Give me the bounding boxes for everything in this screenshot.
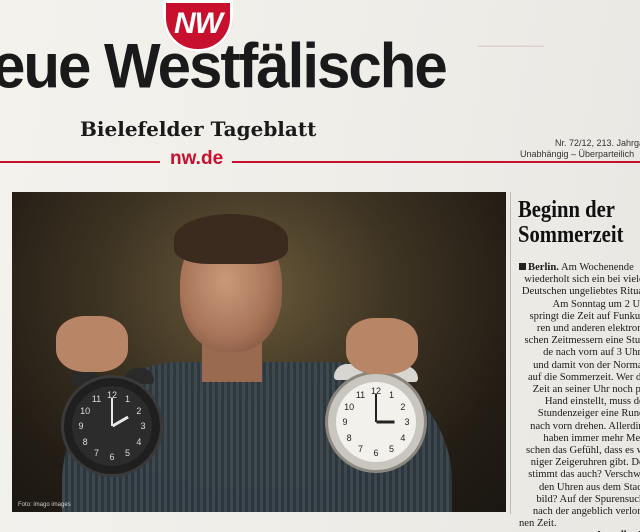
website-url: nw.de	[170, 148, 224, 169]
article-line: schen Zeitmessern eine Stun-	[524, 335, 640, 347]
left-clock-face: 12 1 2 3 4 5 6 7 8 9 10 11	[72, 386, 152, 466]
left-alarm-clock: 12 1 2 3 4 5 6 7 8 9 10 11	[64, 378, 160, 474]
clock-numeral: 1	[388, 390, 394, 401]
article-headline: Beginn der Sommerzeit	[518, 198, 630, 248]
clock-numeral: 8	[346, 432, 352, 443]
issue-number: Nr. 72/12, 213. Jahrgang	[555, 138, 640, 148]
article-line: Deutschen ungeliebtes Ritual:	[521, 286, 640, 298]
article-line: wiederholt sich ein bei vielen	[524, 274, 640, 286]
man-hair	[174, 214, 288, 264]
masthead-title: eue Westfälische	[0, 31, 448, 102]
clock-numeral: 6	[109, 452, 115, 462]
article-first-line: Berlin. Am Wochenende	[519, 262, 640, 274]
clock-numeral: 7	[93, 447, 99, 458]
clock-minute-hand	[375, 394, 377, 422]
faint-header-text: ——————	[478, 40, 544, 52]
clock-numeral: 2	[136, 405, 142, 416]
clock-numeral: 9	[342, 417, 348, 427]
photo-credit: Foto: imago images	[18, 502, 71, 508]
clock-numeral: 9	[78, 421, 84, 431]
masthead-rule-left	[0, 161, 160, 163]
article-line: haben immer mehr Men-	[543, 432, 640, 444]
headline-line-2: Sommerzeit	[518, 222, 624, 248]
clock-minute-hand	[111, 398, 113, 426]
article-line: und damit von der Normal-	[533, 359, 640, 371]
right-alarm-clock: 12 1 2 3 4 5 6 7 8 9 10 11	[328, 374, 424, 470]
clock-numeral: 5	[124, 447, 130, 458]
masthead-subtitle: Bielefelder Tageblatt	[80, 117, 317, 141]
newspaper-front-page: —————— NW eue Westfälische Bielefelder T…	[0, 0, 640, 532]
right-hand	[346, 318, 418, 374]
issue-tagline: Unabhängig – Überparteilich	[520, 149, 635, 159]
article-line: nen Zeit.	[519, 518, 557, 530]
article-line: ren und anderen elektroni-	[536, 323, 640, 335]
clock-numeral: 6	[373, 448, 379, 458]
clock-hour-hand	[111, 415, 129, 428]
article-dateline: Berlin.	[528, 262, 559, 273]
masthead-rule-right	[232, 161, 640, 163]
clock-numeral: 10	[344, 401, 355, 412]
article-line: auf die Sommerzeit. Wer die	[527, 371, 640, 383]
article-line: nach vorn drehen. Allerding	[530, 420, 640, 432]
article-body: Berlin. Am Wochenende wiederholt sich ei…	[519, 262, 640, 532]
clock-hour-hand	[376, 420, 394, 424]
right-clock-face: 12 1 2 3 4 5 6 7 8 9 10 11	[336, 382, 416, 462]
article-line: de nach vorn auf 3 Uhr –	[543, 347, 640, 359]
headline-line-1: Beginn der	[518, 197, 615, 223]
clock-numeral: 11	[91, 394, 102, 405]
article-line: Am Sonntag um 2 Uhr	[552, 298, 640, 310]
clock-numeral: 11	[355, 390, 366, 401]
article-line: Stundenzeiger eine Runde	[537, 408, 640, 420]
clock-numeral: 3	[404, 417, 410, 427]
article-line: springt die Zeit auf Funkuh-	[529, 310, 640, 322]
article-line: stimmt das auch? Verschwin	[528, 469, 640, 481]
clock-numeral: 5	[388, 443, 394, 454]
clock-numeral: 10	[80, 405, 91, 416]
left-hand	[56, 316, 128, 372]
article-line: den Uhren aus dem Stadt-	[538, 481, 640, 493]
clock-numeral: 4	[136, 436, 142, 447]
article-line: Am Wochenende	[560, 262, 634, 273]
clock-numeral: 7	[357, 443, 363, 454]
clock-numeral: 2	[400, 401, 406, 412]
clock-numeral: 4	[400, 432, 406, 443]
clock-numeral: 3	[140, 421, 146, 431]
bullet-square-icon	[519, 263, 526, 270]
lead-photo: 12 1 2 3 4 5 6 7 8 9 10 11 12 1 2 3 4 5 6 7 8 9 10 11 Foto: im…	[12, 192, 506, 512]
clock-numeral: 8	[82, 436, 88, 447]
article-line: Zeit an seiner Uhr noch per	[532, 384, 640, 396]
article-line: schen das Gefühl, dass es we	[526, 445, 640, 457]
article-line: niger Zeigeruhren gibt. Doc	[530, 457, 640, 469]
column-divider	[510, 192, 511, 514]
article-line: Hand einstellt, muss den	[544, 396, 640, 408]
clock-numeral: 1	[124, 394, 130, 405]
article-line: bild? Auf der Spurensuche	[536, 493, 640, 505]
article-line: nach der angeblich verlore-	[532, 506, 640, 518]
